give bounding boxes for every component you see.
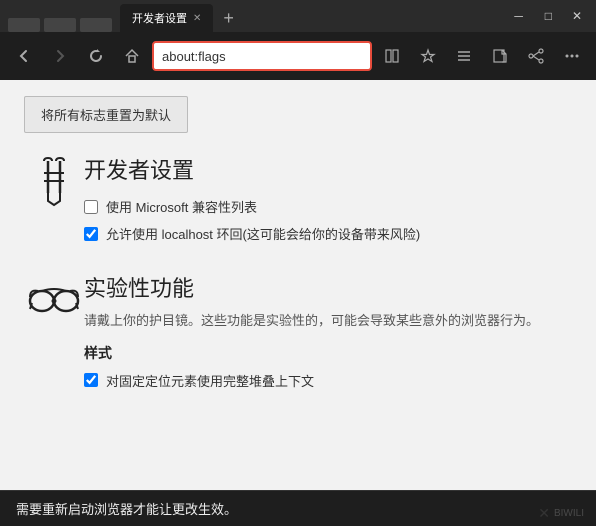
window-controls: － □ ✕ [507, 8, 588, 25]
developer-section-title: 开发者设置 [84, 153, 572, 185]
status-text: 需要重新启动浏览器才能让更改生效。 [16, 499, 237, 518]
home-button[interactable] [116, 40, 148, 72]
favorites-btn[interactable] [412, 40, 444, 72]
close-btn[interactable]: ✕ [566, 9, 588, 23]
experimental-section: 实验性功能 请戴上你的护目镜。这些功能是实验性的，可能会导致某些意外的浏览器行为… [24, 271, 572, 398]
status-bar: 需要重新启动浏览器才能让更改生效。 ✕ BIWILI [0, 490, 596, 526]
compat-list-label: 使用 Microsoft 兼容性列表 [106, 197, 257, 216]
new-tab-btn[interactable]: + [215, 4, 242, 32]
style-sub-title: 样式 [84, 343, 572, 363]
watermark: ✕ BIWILI [538, 505, 584, 522]
share-btn[interactable] [520, 40, 552, 72]
address-bar-wrapper [152, 41, 372, 71]
reading-view-btn[interactable] [376, 40, 408, 72]
tab-close-btn[interactable]: ✕ [193, 13, 201, 24]
experimental-section-body: 实验性功能 请戴上你的护目镜。这些功能是实验性的，可能会导致某些意外的浏览器行为… [84, 271, 572, 398]
developer-section-body: 开发者设置 使用 Microsoft 兼容性列表 允许使用 localhost … [84, 153, 572, 251]
localhost-label: 允许使用 localhost 环回(这可能会给你的设备带来风险) [106, 224, 420, 243]
developer-section: 开发者设置 使用 Microsoft 兼容性列表 允许使用 localhost … [24, 153, 572, 251]
experimental-description: 请戴上你的护目镜。这些功能是实验性的，可能会导致某些意外的浏览器行为。 [84, 311, 572, 331]
tab-list: 开发者设置 ✕ + [8, 0, 499, 32]
fixed-position-row: 对固定定位元素使用完整堆叠上下文 [84, 371, 572, 390]
hub-btn[interactable] [448, 40, 480, 72]
goggles-icon [24, 275, 84, 315]
more-btn[interactable] [556, 40, 588, 72]
back-button[interactable] [8, 40, 40, 72]
experimental-section-title: 实验性功能 [84, 271, 572, 303]
tab-developer-settings[interactable]: 开发者设置 ✕ [120, 4, 213, 32]
localhost-checkbox[interactable] [84, 227, 98, 241]
tab-label: 开发者设置 [132, 10, 187, 26]
refresh-button[interactable] [80, 40, 112, 72]
fixed-position-label: 对固定定位元素使用完整堆叠上下文 [106, 371, 314, 390]
watermark-label: BIWILI [554, 508, 584, 519]
address-input[interactable] [152, 41, 372, 71]
reset-flags-button[interactable]: 将所有标志重置为默认 [24, 96, 188, 133]
developer-icon [24, 157, 84, 209]
maximize-btn[interactable]: □ [539, 9, 558, 23]
localhost-row: 允许使用 localhost 环回(这可能会给你的设备带来风险) [84, 224, 572, 243]
note-btn[interactable] [484, 40, 516, 72]
fixed-position-checkbox[interactable] [84, 373, 98, 387]
compat-list-checkbox[interactable] [84, 200, 98, 214]
main-content: 将所有标志重置为默认 开发者设置 使用 Microsoft 兼容性列表 [0, 80, 596, 490]
title-bar: 开发者设置 ✕ + － □ ✕ [0, 0, 596, 32]
forward-button[interactable] [44, 40, 76, 72]
compat-list-row: 使用 Microsoft 兼容性列表 [84, 197, 572, 216]
nav-bar [0, 32, 596, 80]
minimize-btn[interactable]: － [507, 8, 531, 25]
